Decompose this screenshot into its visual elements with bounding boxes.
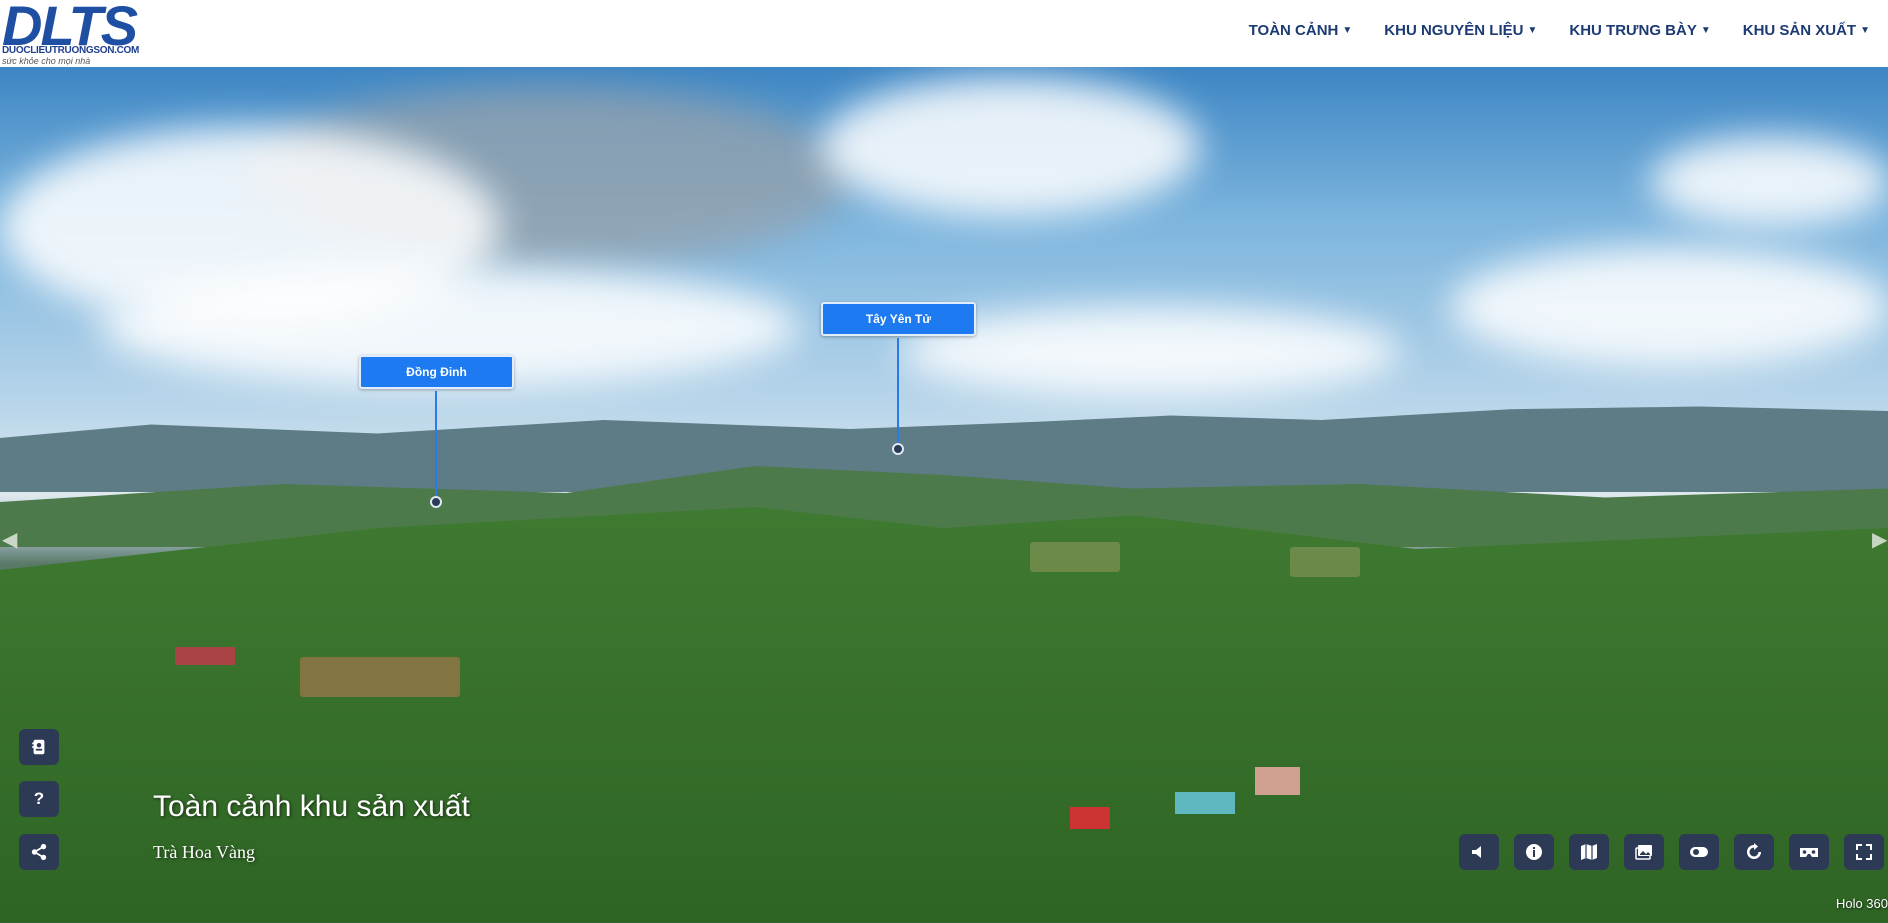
caret-down-icon: ▼ — [1342, 24, 1353, 36]
info-button[interactable] — [1514, 834, 1554, 870]
menu-khu-san-xuat[interactable]: KHU SẢN XUẤT ▼ — [1743, 22, 1870, 39]
main-menu: TOÀN CẢNH ▼ KHU NGUYÊN LIỆU ▼ KHU TRƯNG … — [1249, 0, 1870, 60]
menu-label: TOÀN CẢNH — [1248, 21, 1339, 39]
pan-left-arrow[interactable]: ◀ — [2, 527, 17, 553]
contact-card-button[interactable] — [19, 729, 59, 765]
house-roof — [175, 647, 235, 665]
logo-site-name: DUOCLIEUTRUONGSON.COM — [2, 45, 140, 56]
site-logo[interactable]: DLTS DUOCLIEUTRUONGSON.COM sức khỏe cho … — [0, 0, 140, 66]
vr-icon — [1800, 848, 1818, 857]
farm-field — [1030, 542, 1120, 572]
menu-khu-nguyen-lieu[interactable]: KHU NGUYÊN LIỆU ▼ — [1384, 22, 1537, 39]
cloud — [1450, 247, 1888, 367]
share-icon — [31, 843, 47, 861]
hotspot-marker[interactable] — [430, 496, 442, 508]
info-icon — [1526, 844, 1542, 860]
hotspot-line — [897, 338, 899, 444]
sound-icon — [1472, 846, 1481, 858]
menu-toan-canh[interactable]: TOÀN CẢNH ▼ — [1249, 22, 1353, 39]
autorotate-button[interactable] — [1734, 834, 1774, 870]
hotspot-line — [435, 391, 437, 497]
contact-card-icon — [32, 739, 45, 755]
cloud — [820, 77, 1200, 217]
house-roof — [1255, 767, 1300, 795]
vr-button[interactable] — [1789, 834, 1829, 870]
autorotate-icon — [1747, 843, 1761, 859]
menu-label: KHU SẢN XUẤT — [1742, 21, 1857, 39]
fullscreen-icon — [1856, 844, 1872, 860]
farm-field — [300, 657, 460, 697]
menu-khu-trung-bay[interactable]: KHU TRƯNG BÀY ▼ — [1569, 22, 1710, 39]
hotspot-tay-yen-tu[interactable]: Tây Yên Tử — [821, 302, 976, 336]
caret-down-icon: ▼ — [1700, 24, 1711, 36]
farm-field — [1290, 547, 1360, 577]
caret-down-icon: ▼ — [1527, 24, 1538, 36]
toggle-button[interactable] — [1679, 834, 1719, 870]
menu-label: KHU NGUYÊN LIỆU — [1384, 21, 1524, 39]
top-navbar: DLTS DUOCLIEUTRUONGSON.COM sức khỏe cho … — [0, 0, 1888, 67]
pan-right-arrow[interactable]: ▶ — [1872, 527, 1887, 553]
gallery-icon — [1635, 845, 1652, 860]
scene-subtitle: Trà Hoa Vàng — [153, 842, 255, 862]
hotspot-marker[interactable] — [892, 443, 904, 455]
hotspot-dong-dinh[interactable]: Đồng Đinh — [359, 355, 514, 389]
fullscreen-button[interactable] — [1844, 834, 1884, 870]
share-button[interactable] — [19, 834, 59, 870]
cloud — [1650, 137, 1888, 227]
scene-title: Toàn cảnh khu sản xuất — [153, 790, 470, 823]
help-button[interactable]: ? — [19, 781, 59, 817]
logo-tagline: sức khỏe cho mọi nhà — [2, 56, 91, 66]
house-roof — [1175, 792, 1235, 814]
caret-down-icon: ▼ — [1860, 24, 1870, 36]
menu-label: KHU TRƯNG BÀY — [1569, 21, 1697, 39]
credit-text: Holo 360 — [1835, 896, 1888, 911]
sound-button[interactable] — [1459, 834, 1499, 870]
map-button[interactable] — [1569, 834, 1609, 870]
toggle-icon — [1690, 847, 1708, 857]
viewer-controls — [1459, 834, 1888, 870]
house-roof — [1070, 807, 1110, 829]
help-icon: ? — [33, 789, 45, 808]
gallery-button[interactable] — [1624, 834, 1664, 870]
map-icon — [1581, 844, 1597, 860]
